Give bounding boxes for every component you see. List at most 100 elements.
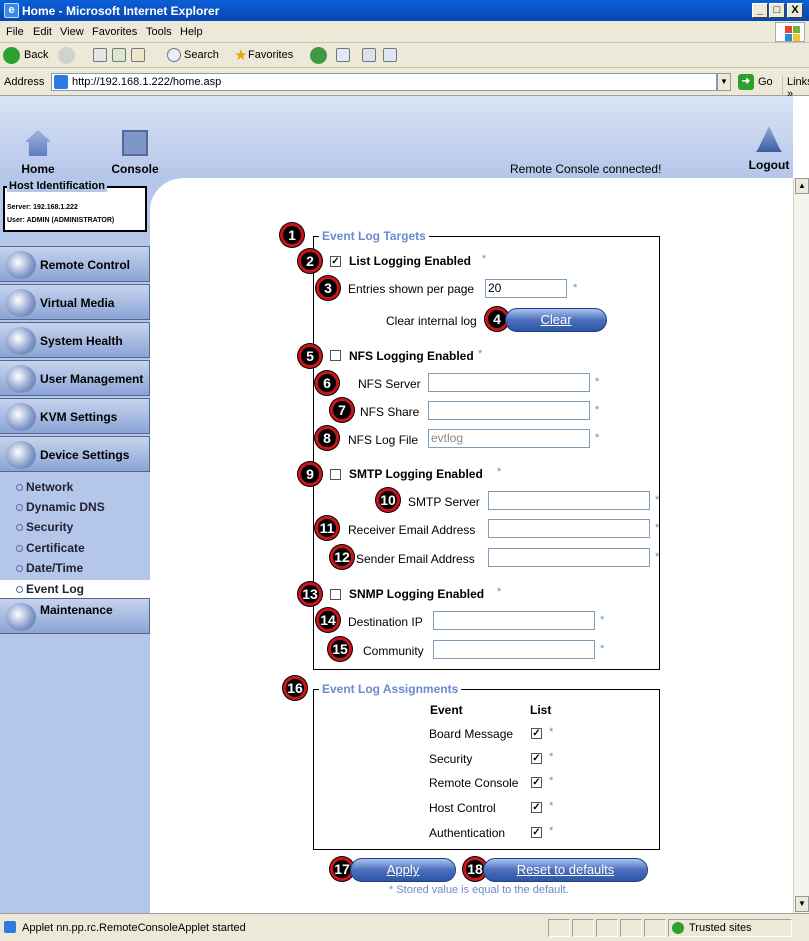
snmp-logging-checkbox[interactable] [330,589,341,600]
badge-15: 15 [328,637,352,661]
health-icon [6,327,36,355]
favorites-star-icon[interactable]: ★ [234,46,247,64]
event-name: Authentication [429,826,506,840]
close-button[interactable]: X [787,3,803,18]
menu-edit[interactable]: Edit [33,26,52,38]
home-icon[interactable] [131,48,145,62]
subitem-label: Event Log [26,582,85,596]
event-list-checkbox[interactable]: ✓ [531,827,542,838]
smtp-logging-checkbox[interactable] [330,469,341,480]
community-label: Community [363,644,424,658]
page-icon [54,75,68,89]
logout-nav-button[interactable]: Logout [744,126,794,172]
menu-view[interactable]: View [60,26,84,38]
receiver-email-input[interactable] [488,519,650,538]
subitem-dynamic-dns[interactable]: Dynamic DNS [16,500,105,514]
address-dropdown-icon[interactable]: ▼ [717,73,731,91]
print-icon[interactable] [362,48,376,62]
host-identification: Host Identification Server: 192.168.1.22… [3,180,147,232]
window-titlebar: e Home - Microsoft Internet Explorer _ □… [0,0,809,21]
zone-pane: Trusted sites [668,919,792,937]
menu-file[interactable]: File [6,26,24,38]
apply-button[interactable]: Apply [350,858,456,882]
favorites-button[interactable]: Favorites [248,49,293,61]
reset-to-defaults-button[interactable]: Reset to defaults [483,858,648,882]
event-list-checkbox[interactable]: ✓ [531,802,542,813]
search-icon[interactable] [167,48,181,62]
go-label: Go [758,76,773,88]
sidebar-item-kvm-settings[interactable]: KVM Settings [0,398,150,434]
go-button[interactable]: ➜ Go [738,73,778,91]
nfs-logging-checkbox[interactable] [330,350,341,361]
sender-email-input[interactable] [488,548,650,567]
badge-2: 2 [298,249,322,273]
vertical-scrollbar[interactable]: ▲ ▼ [793,178,809,913]
stop-icon[interactable] [93,48,107,62]
sidebar-item-virtual-media[interactable]: Virtual Media [0,284,150,320]
sender-email-label: Sender Email Address [356,552,475,566]
edit-icon[interactable] [383,48,397,62]
host-title: Host Identification [7,180,107,192]
default-star: * [595,432,600,444]
zone-label: Trusted sites [689,922,752,934]
sidebar-item-device-settings[interactable]: Device Settings [0,436,150,472]
nfs-logfile-input[interactable]: evtlog [428,429,590,448]
console-nav-button[interactable]: Console [108,130,162,176]
default-star: * [655,494,660,506]
default-star: * [497,586,502,598]
entries-per-page-input[interactable]: 20 [485,279,567,298]
back-button[interactable]: Back [24,49,48,61]
event-name: Remote Console [429,776,519,790]
subitem-network[interactable]: Network [16,480,73,494]
refresh-icon[interactable] [112,48,126,62]
host-user: User: ADMIN (ADMINISTRATOR) [7,217,115,224]
subitem-security[interactable]: Security [16,520,73,534]
status-pane [644,919,666,937]
menu-favorites[interactable]: Favorites [92,26,137,38]
nfs-server-label: NFS Server [358,377,421,391]
entries-per-page-label: Entries shown per page [348,282,475,296]
community-input[interactable] [433,640,595,659]
sidebar-item-remote-control[interactable]: Remote Control [0,246,150,282]
event-list-checkbox[interactable]: ✓ [531,753,542,764]
scroll-down-icon[interactable]: ▼ [795,896,809,912]
sidebar-item-system-health[interactable]: System Health [0,322,150,358]
back-arrow-icon[interactable] [3,47,20,64]
destination-ip-input[interactable] [433,611,595,630]
menu-tools[interactable]: Tools [146,26,172,38]
forward-arrow-icon[interactable] [58,47,75,64]
status-text: Applet nn.pp.rc.RemoteConsoleApplet star… [22,922,246,934]
host-server: Server: 192.168.1.222 [7,204,78,211]
search-button[interactable]: Search [184,49,219,61]
snmp-logging-label: SNMP Logging Enabled [349,587,485,601]
scroll-up-icon[interactable]: ▲ [795,178,809,194]
maximize-button[interactable]: □ [769,3,785,18]
smtp-server-input[interactable] [488,491,650,510]
nfs-server-input[interactable] [428,373,590,392]
console-nav-label: Console [111,162,159,176]
badge-7: 7 [330,398,354,422]
event-list-checkbox[interactable]: ✓ [531,777,542,788]
address-input[interactable]: http://192.168.1.222/home.asp [51,73,717,91]
event-list-checkbox[interactable]: ✓ [531,728,542,739]
menu-help[interactable]: Help [180,26,203,38]
subitem-event-log[interactable]: Event Log [16,582,84,596]
badge-8: 8 [315,426,339,450]
bullet-icon [16,565,23,573]
default-star: * [655,522,660,534]
list-logging-checkbox[interactable]: ✓ [330,256,341,267]
ie-icon: e [4,3,19,18]
nfs-logging-label: NFS Logging Enabled [349,349,474,363]
home-nav-button[interactable]: Home [16,130,60,176]
nfs-share-input[interactable] [428,401,590,420]
clear-log-button[interactable]: Clear [505,308,607,332]
mail-icon[interactable] [336,48,350,62]
sidebar-item-user-management[interactable]: User Management [0,360,150,396]
media-icon[interactable] [310,47,327,64]
sidebar-item-label: Virtual Media [40,296,115,310]
sidebar-item-maintenance[interactable]: Maintenance [0,598,150,634]
subitem-certificate[interactable]: Certificate [16,541,85,555]
eject-icon [756,126,782,152]
minimize-button[interactable]: _ [752,3,768,18]
subitem-date-time[interactable]: Date/Time [16,561,83,575]
